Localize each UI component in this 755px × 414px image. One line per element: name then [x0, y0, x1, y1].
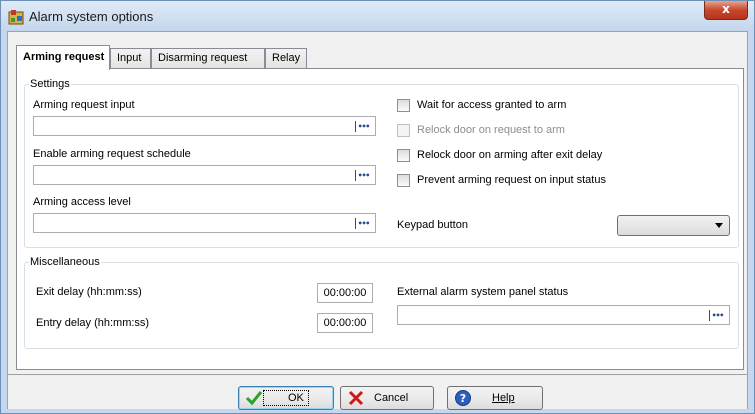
- exit-delay-label: Exit delay (hh:mm:ss): [36, 286, 142, 298]
- tab-disarming-request[interactable]: Disarming request: [151, 48, 265, 69]
- svg-text:?: ?: [460, 392, 466, 405]
- exit-delay-field[interactable]: 00:00:00: [317, 283, 373, 303]
- arming-request-input-field[interactable]: •••: [33, 116, 376, 136]
- access-level-field[interactable]: •••: [33, 213, 376, 233]
- keypad-button-dropdown[interactable]: [617, 215, 730, 236]
- browse-icon[interactable]: •••: [355, 170, 371, 181]
- tab-input[interactable]: Input: [110, 48, 151, 69]
- checkbox-box[interactable]: [397, 99, 410, 112]
- tab-label: Disarming request: [158, 52, 248, 64]
- cancel-label: Cancel: [374, 392, 409, 404]
- access-level-label: Arming access level: [33, 196, 131, 208]
- tab-label: Arming request: [23, 51, 105, 63]
- help-icon: ?: [455, 390, 471, 406]
- schedule-field[interactable]: •••: [33, 165, 376, 185]
- arming-request-input-label: Arming request input: [33, 99, 135, 111]
- checkbox-label: Wait for access granted to arm: [417, 99, 567, 111]
- alarm-system-options-dialog: Alarm system options x Arming request In…: [0, 0, 755, 414]
- checkbox-box[interactable]: [397, 174, 410, 187]
- checkbox-box[interactable]: [397, 149, 410, 162]
- miscellaneous-group: Miscellaneous: [24, 256, 739, 349]
- tab-arming-request[interactable]: Arming request: [16, 45, 110, 70]
- tab-label: Relay: [272, 52, 301, 64]
- checkbox-label: Relock door on request to arm: [417, 124, 565, 136]
- ok-label: OK: [288, 392, 304, 404]
- tab-label: Input: [117, 52, 142, 64]
- schedule-label: Enable arming request schedule: [33, 148, 191, 160]
- app-icon: [8, 10, 24, 25]
- cancel-button[interactable]: Cancel: [340, 386, 434, 410]
- miscellaneous-legend: Miscellaneous: [30, 256, 100, 268]
- checkbox-label: Prevent arming request on input status: [417, 174, 606, 186]
- close-button[interactable]: x: [704, 1, 748, 20]
- arming-request-tab-page: Settings Arming request input ••• Enable…: [16, 68, 744, 370]
- dialog-client-area: Arming request Input Disarming request R…: [7, 31, 748, 410]
- checkmark-icon: [245, 391, 263, 406]
- checkbox-label: Relock door on arming after exit delay: [417, 149, 603, 161]
- keypad-button-label: Keypad button: [397, 219, 468, 231]
- browse-icon[interactable]: •••: [709, 310, 725, 321]
- panel-status-field[interactable]: •••: [397, 305, 730, 325]
- close-icon: x: [722, 2, 730, 16]
- settings-legend: Settings: [30, 78, 70, 90]
- cancel-x-icon: [348, 390, 364, 406]
- tab-relay[interactable]: Relay: [265, 48, 307, 69]
- browse-icon[interactable]: •••: [355, 218, 371, 229]
- window-title: Alarm system options: [29, 9, 154, 24]
- button-bar: OK Cancel ? Help: [8, 374, 747, 410]
- browse-icon[interactable]: •••: [355, 121, 371, 132]
- title-bar[interactable]: Alarm system options x: [1, 1, 754, 31]
- chevron-down-icon: [715, 223, 723, 228]
- entry-delay-label: Entry delay (hh:mm:ss): [36, 317, 150, 329]
- ok-button[interactable]: OK: [238, 386, 334, 410]
- panel-status-label: External alarm system panel status: [397, 286, 569, 298]
- checkbox-box[interactable]: [397, 124, 410, 137]
- help-button[interactable]: ? Help: [447, 386, 543, 410]
- entry-delay-field[interactable]: 00:00:00: [317, 313, 373, 333]
- help-label: Help: [492, 392, 515, 404]
